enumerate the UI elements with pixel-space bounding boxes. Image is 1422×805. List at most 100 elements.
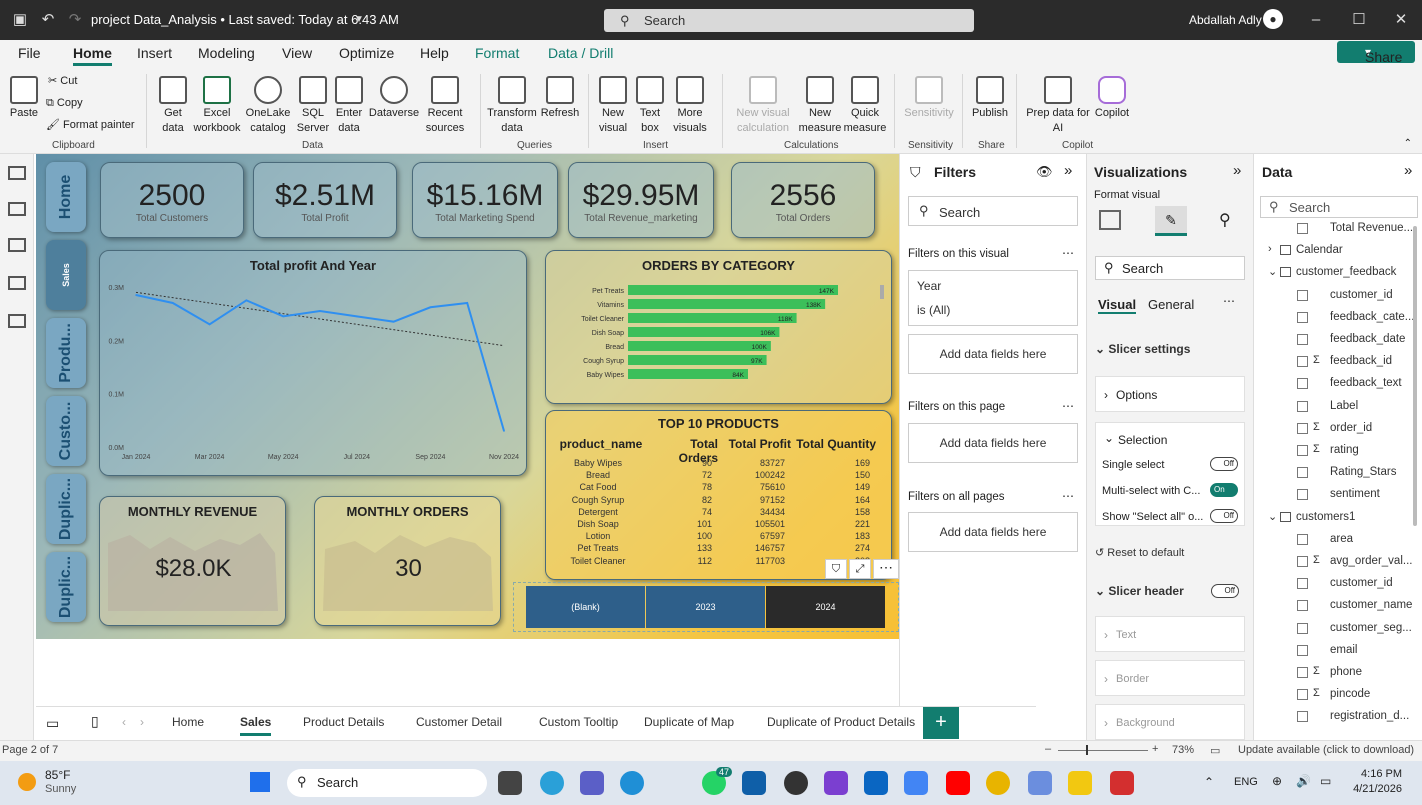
data-pane-scrollbar[interactable] bbox=[1413, 226, 1417, 526]
chrome-icon[interactable] bbox=[986, 771, 1010, 795]
task-view-icon[interactable] bbox=[498, 771, 522, 795]
nav-duplicate-2[interactable]: Duplic... bbox=[46, 552, 86, 622]
new-visual-button[interactable]: New visual bbox=[596, 76, 630, 136]
nav-customers[interactable]: Custo... bbox=[46, 396, 86, 466]
field-checkbox[interactable] bbox=[1297, 556, 1308, 567]
nav-home[interactable]: Home bbox=[46, 162, 86, 232]
field-item[interactable]: customer_id bbox=[1254, 285, 1419, 307]
menu-view[interactable]: View bbox=[282, 45, 312, 61]
table-node[interactable]: ⌄ customers1 bbox=[1254, 507, 1419, 529]
chevron-icon[interactable]: ⌄ bbox=[1268, 265, 1277, 278]
field-checkbox[interactable] bbox=[1297, 400, 1308, 412]
add-page-button[interactable]: + bbox=[923, 707, 959, 739]
tab-visual[interactable]: Visual bbox=[1098, 297, 1137, 314]
quick-measure-button[interactable]: Quick measure bbox=[842, 76, 888, 136]
new-measure-button[interactable]: New measure bbox=[796, 76, 844, 136]
field-item[interactable]: sentiment bbox=[1254, 484, 1419, 506]
tmdl-view-icon[interactable] bbox=[8, 314, 26, 328]
page-tab-home[interactable]: Home bbox=[172, 715, 204, 729]
menu-data-drill[interactable]: Data / Drill bbox=[548, 45, 613, 61]
table-row[interactable]: Dish Soap 101 105501 221 bbox=[556, 519, 886, 531]
page-tab-product-details[interactable]: Product Details bbox=[303, 715, 384, 729]
field-item[interactable]: area bbox=[1254, 529, 1419, 551]
field-checkbox[interactable] bbox=[1297, 622, 1308, 634]
menu-optimize[interactable]: Optimize bbox=[339, 45, 394, 61]
maximize-icon[interactable]: ☐ bbox=[1348, 9, 1370, 31]
field-checkbox[interactable] bbox=[1297, 334, 1308, 345]
page-tab-sales[interactable]: Sales bbox=[240, 715, 272, 736]
zoom-in-icon[interactable]: + bbox=[1152, 743, 1158, 755]
field-checkbox[interactable] bbox=[1297, 533, 1308, 545]
table-node[interactable]: › Calendar bbox=[1254, 240, 1419, 262]
chevron-up-icon[interactable]: ⌃ bbox=[1204, 775, 1214, 789]
minimize-icon[interactable]: – bbox=[1305, 9, 1327, 31]
taskbar-search[interactable]: ⚲ Search bbox=[287, 769, 487, 797]
power-bi-icon[interactable] bbox=[1068, 771, 1092, 795]
field-checkbox[interactable] bbox=[1297, 667, 1308, 678]
show-select-all-toggle[interactable]: Off bbox=[1210, 509, 1238, 523]
chevron-left-icon[interactable]: ‹ bbox=[122, 715, 126, 729]
field-checkbox[interactable] bbox=[1297, 489, 1308, 501]
chatgpt-icon[interactable] bbox=[784, 771, 808, 795]
field-checkbox[interactable] bbox=[1297, 711, 1308, 723]
recent-sources-button[interactable]: Recent sources bbox=[420, 76, 470, 136]
windows-start-icon[interactable] bbox=[250, 772, 270, 792]
field-item[interactable]: feedback_date bbox=[1254, 329, 1419, 351]
network-icon[interactable]: ⊕ bbox=[1272, 774, 1282, 788]
table-row[interactable]: Bread 72 100242 150 bbox=[556, 470, 886, 482]
field-checkbox[interactable] bbox=[1297, 578, 1308, 590]
monthly-revenue-card[interactable]: MONTHLY REVENUE $28.0K bbox=[99, 496, 286, 626]
column-header[interactable]: product_name bbox=[556, 437, 646, 451]
field-item[interactable]: Σfeedback_id bbox=[1254, 351, 1419, 373]
chevron-right-icon[interactable]: › bbox=[140, 715, 144, 729]
global-search[interactable]: ⚲ Search bbox=[604, 9, 974, 32]
undo-icon[interactable]: ↶ bbox=[37, 9, 59, 31]
single-select-toggle[interactable]: Off bbox=[1210, 457, 1238, 471]
table-row[interactable]: Cough Syrup 82 97152 164 bbox=[556, 495, 886, 507]
field-item[interactable]: Σorder_id bbox=[1254, 418, 1419, 440]
gemini-icon[interactable] bbox=[904, 771, 928, 795]
chevron-down-icon[interactable]: ⌄ bbox=[1104, 431, 1114, 445]
data-search[interactable]: ⚲ Search bbox=[1260, 196, 1418, 218]
mobile-layout-icon[interactable]: ▯ bbox=[91, 713, 99, 730]
category-bar[interactable] bbox=[628, 313, 797, 323]
category-bar[interactable] bbox=[628, 355, 767, 365]
sql-server-button[interactable]: SQL Server bbox=[296, 76, 330, 136]
format-painter-button[interactable]: 🖌 Format painter bbox=[46, 118, 135, 133]
filter-icon[interactable]: ⛉ bbox=[825, 559, 847, 579]
analytics-icon[interactable]: ⚲ bbox=[1219, 210, 1231, 230]
slicer-header-toggle[interactable]: Off bbox=[1211, 584, 1239, 598]
field-item[interactable]: feedback_cate... bbox=[1254, 307, 1419, 329]
collapse-icon[interactable]: » bbox=[1233, 162, 1241, 179]
linkedin-icon[interactable] bbox=[864, 771, 888, 795]
field-checkbox[interactable] bbox=[1297, 289, 1308, 301]
year-slicer[interactable]: (Blank) 2023 2024 bbox=[513, 582, 899, 632]
report-view-icon[interactable] bbox=[8, 166, 26, 180]
kpi-total-profit[interactable]: $2.51M Total Profit bbox=[253, 162, 397, 238]
more-icon[interactable]: ⋯ bbox=[1062, 399, 1074, 413]
slicer-2024[interactable]: 2024 bbox=[766, 586, 885, 628]
visual-studio-icon[interactable] bbox=[824, 771, 848, 795]
zoom-slider-thumb[interactable] bbox=[1086, 745, 1088, 755]
clock-date[interactable]: 4/21/2026 bbox=[1346, 783, 1402, 795]
focus-mode-icon[interactable]: ⤢ bbox=[849, 559, 871, 579]
category-bar[interactable] bbox=[628, 327, 780, 337]
collapse-icon[interactable]: » bbox=[1404, 162, 1412, 179]
onelake-button[interactable]: OneLake catalog bbox=[244, 76, 292, 136]
more-icon[interactable]: ⋯ bbox=[1062, 246, 1074, 260]
paste-button[interactable]: Paste bbox=[6, 76, 42, 121]
build-visual-icon[interactable] bbox=[1099, 210, 1121, 230]
field-checkbox[interactable] bbox=[1297, 378, 1308, 390]
dataverse-button[interactable]: Dataverse bbox=[368, 76, 420, 121]
chevron-down-icon[interactable]: ▼ bbox=[348, 9, 370, 31]
field-checkbox[interactable] bbox=[1297, 467, 1308, 479]
zoom-out-icon[interactable]: – bbox=[1045, 743, 1051, 755]
field-item[interactable]: feedback_text bbox=[1254, 373, 1419, 395]
category-bar[interactable] bbox=[628, 369, 748, 379]
column-header[interactable]: Total Quantity bbox=[794, 437, 876, 451]
profit-line-chart[interactable]: Total profit And Year 0.0M 0.1M 0.2M 0.3M Ja… bbox=[99, 250, 527, 476]
field-item[interactable]: customer_seg... bbox=[1254, 618, 1419, 640]
tab-general[interactable]: General bbox=[1148, 297, 1194, 312]
sensitivity-button[interactable]: Sensitivity bbox=[902, 76, 956, 121]
table-row[interactable]: Pet Treats 133 146757 274 bbox=[556, 543, 886, 555]
